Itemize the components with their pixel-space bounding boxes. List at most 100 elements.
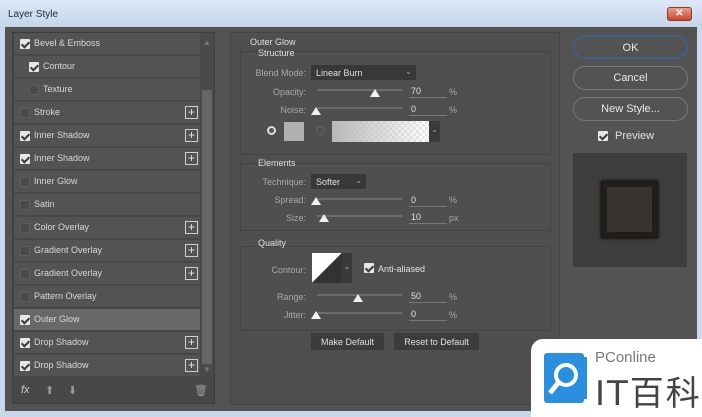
- style-row[interactable]: Bevel & Emboss: [14, 33, 200, 55]
- styles-list: Bevel & Emboss Contour Texture Stroke + I…: [12, 32, 215, 404]
- add-icon[interactable]: +: [185, 359, 198, 372]
- noise-slider-thumb[interactable]: [311, 107, 321, 115]
- preview-checkbox[interactable]: [598, 131, 608, 141]
- style-checkbox[interactable]: [20, 154, 30, 164]
- style-checkbox[interactable]: [20, 131, 30, 141]
- size-slider[interactable]: [317, 215, 402, 217]
- gradient-picker[interactable]: [332, 121, 429, 142]
- technique-select[interactable]: Softer ⌄: [311, 174, 366, 189]
- style-row[interactable]: Gradient Overlay +: [14, 263, 200, 285]
- style-row[interactable]: Pattern Overlay: [14, 286, 200, 308]
- style-row[interactable]: Texture: [14, 79, 200, 101]
- jitter-input[interactable]: 0: [409, 309, 447, 321]
- trash-icon[interactable]: 🗑: [194, 384, 208, 397]
- ok-button[interactable]: OK: [573, 35, 688, 59]
- style-checkbox[interactable]: [20, 223, 30, 233]
- opacity-input[interactable]: 70: [409, 86, 447, 98]
- add-icon[interactable]: +: [185, 152, 198, 165]
- move-up-icon[interactable]: ⬆: [45, 384, 54, 397]
- add-icon[interactable]: +: [185, 244, 198, 257]
- style-checkbox[interactable]: [20, 39, 30, 49]
- jitter-slider-thumb[interactable]: [311, 311, 321, 319]
- style-checkbox[interactable]: [20, 269, 30, 279]
- style-checkbox[interactable]: [20, 292, 30, 302]
- style-checkbox[interactable]: [20, 315, 30, 325]
- add-icon[interactable]: +: [185, 129, 198, 142]
- style-row[interactable]: Color Overlay +: [14, 217, 200, 239]
- style-row[interactable]: Inner Glow: [14, 171, 200, 193]
- contour-chevron-icon[interactable]: ⌄: [342, 253, 352, 283]
- style-label: Drop Shadow: [34, 337, 89, 347]
- style-checkbox[interactable]: [29, 85, 39, 95]
- style-label: Texture: [43, 84, 73, 94]
- style-checkbox[interactable]: [20, 246, 30, 256]
- style-checkbox[interactable]: [20, 177, 30, 187]
- noise-slider[interactable]: [317, 107, 402, 109]
- style-row[interactable]: Outer Glow: [14, 309, 200, 331]
- style-checkbox[interactable]: [20, 200, 30, 210]
- style-checkbox[interactable]: [20, 108, 30, 118]
- technique-label: Technique:: [262, 177, 306, 187]
- add-icon[interactable]: +: [185, 336, 198, 349]
- watermark-brand: PConline: [595, 349, 656, 366]
- solid-color-radio[interactable]: [267, 126, 276, 135]
- logo-icon: [544, 353, 587, 403]
- close-button[interactable]: ✕: [667, 7, 692, 21]
- make-default-button[interactable]: Make Default: [311, 333, 384, 350]
- add-icon[interactable]: +: [185, 267, 198, 280]
- range-slider-thumb[interactable]: [353, 294, 363, 302]
- range-label: Range:: [276, 292, 306, 302]
- jitter-slider[interactable]: [317, 312, 402, 314]
- style-row[interactable]: Drop Shadow +: [14, 332, 200, 354]
- size-input[interactable]: 10: [409, 212, 447, 224]
- style-row[interactable]: Drop Shadow +: [14, 355, 200, 377]
- jitter-label: Jitter:: [283, 310, 306, 320]
- style-row[interactable]: Contour: [14, 56, 200, 78]
- move-down-icon[interactable]: ⬇: [68, 384, 77, 397]
- glow-color-swatch[interactable]: [284, 122, 304, 141]
- spread-input[interactable]: 0: [409, 195, 447, 207]
- style-row[interactable]: Inner Shadow +: [14, 125, 200, 147]
- spread-unit: %: [449, 195, 458, 205]
- opacity-slider-thumb[interactable]: [370, 89, 380, 97]
- style-label: Contour: [43, 61, 76, 71]
- spread-label: Spread:: [274, 195, 306, 205]
- size-slider-thumb[interactable]: [319, 214, 329, 222]
- new-style-button[interactable]: New Style...: [573, 97, 688, 121]
- style-row[interactable]: Stroke +: [14, 102, 200, 124]
- gradient-chevron-icon[interactable]: ⌄: [429, 121, 440, 142]
- style-checkbox[interactable]: [29, 62, 39, 72]
- gradient-radio[interactable]: [316, 126, 325, 135]
- scrollbar-thumb[interactable]: [202, 90, 212, 364]
- style-row[interactable]: Inner Shadow +: [14, 148, 200, 170]
- style-row[interactable]: Gradient Overlay +: [14, 240, 200, 262]
- chevron-down-icon: ⌄: [355, 176, 362, 185]
- style-label: Color Overlay: [34, 222, 90, 232]
- style-checkbox[interactable]: [20, 361, 30, 371]
- noise-input[interactable]: 0: [409, 104, 447, 116]
- add-icon[interactable]: +: [185, 106, 198, 119]
- scroll-down-icon[interactable]: ▼: [203, 365, 211, 374]
- add-icon[interactable]: +: [185, 221, 198, 234]
- technique-value: Softer: [316, 177, 341, 187]
- spread-slider[interactable]: [317, 198, 402, 200]
- blend-mode-label: Blend Mode:: [255, 68, 306, 78]
- style-checkbox[interactable]: [20, 338, 30, 348]
- contour-picker[interactable]: [312, 253, 342, 283]
- spread-slider-thumb[interactable]: [311, 197, 321, 205]
- style-label: Bevel & Emboss: [34, 38, 101, 48]
- anti-aliased-checkbox[interactable]: [364, 263, 374, 273]
- structure-title: Structure: [258, 48, 295, 58]
- fx-button[interactable]: fx: [21, 384, 30, 396]
- opacity-slider[interactable]: [317, 89, 402, 91]
- elements-title: Elements: [258, 158, 296, 168]
- noise-label: Noise:: [280, 105, 306, 115]
- cancel-button[interactable]: Cancel: [573, 66, 688, 90]
- scroll-up-icon[interactable]: ▲: [203, 38, 211, 47]
- range-input[interactable]: 50: [409, 291, 447, 303]
- panel-title: Outer Glow: [250, 37, 296, 47]
- style-row[interactable]: Satin: [14, 194, 200, 216]
- blend-mode-select[interactable]: Linear Burn ⌄: [311, 65, 416, 80]
- reset-to-default-button[interactable]: Reset to Default: [394, 333, 479, 350]
- outer-glow-panel: Outer Glow Structure Blend Mode: Linear …: [230, 32, 560, 405]
